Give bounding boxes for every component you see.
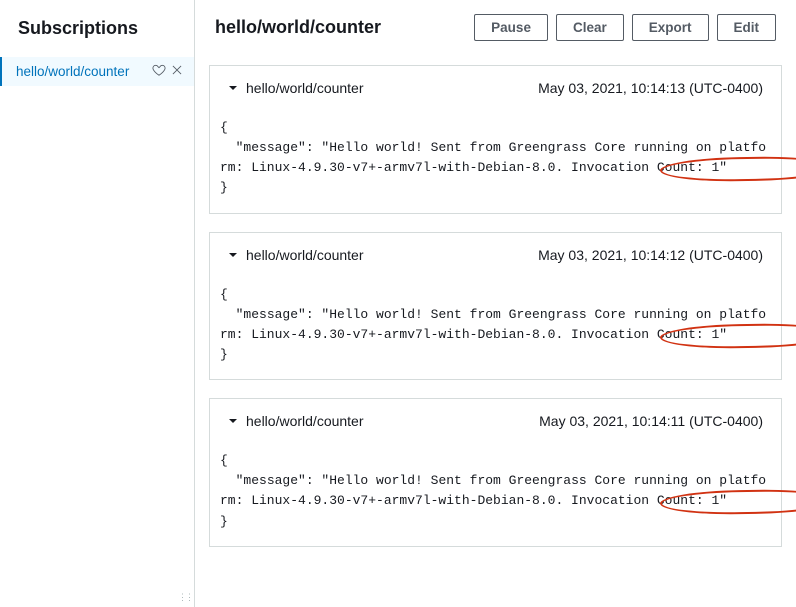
main-panel: hello/world/counter Pause Clear Export E… bbox=[195, 0, 796, 607]
message-list: hello/world/counter May 03, 2021, 10:14:… bbox=[195, 51, 796, 607]
edit-button[interactable]: Edit bbox=[717, 14, 777, 41]
message-topic: hello/world/counter bbox=[246, 413, 364, 429]
close-icon[interactable] bbox=[170, 63, 184, 80]
message-header[interactable]: hello/world/counter May 03, 2021, 10:14:… bbox=[210, 399, 781, 439]
message-body: { "message": "Hello world! Sent from Gre… bbox=[210, 106, 781, 213]
sidebar-title: Subscriptions bbox=[0, 14, 194, 57]
caret-down-icon bbox=[228, 80, 238, 96]
subscription-item[interactable]: hello/world/counter bbox=[0, 57, 194, 86]
message-card: hello/world/counter May 03, 2021, 10:14:… bbox=[209, 232, 782, 381]
message-timestamp: May 03, 2021, 10:14:12 (UTC-0400) bbox=[538, 247, 763, 263]
message-card: hello/world/counter May 03, 2021, 10:14:… bbox=[209, 398, 782, 547]
message-body: { "message": "Hello world! Sent from Gre… bbox=[210, 439, 781, 546]
message-card: hello/world/counter May 03, 2021, 10:14:… bbox=[209, 65, 782, 214]
message-body: { "message": "Hello world! Sent from Gre… bbox=[210, 273, 781, 380]
subscription-label: hello/world/counter bbox=[16, 64, 152, 79]
topic-title: hello/world/counter bbox=[215, 17, 466, 38]
export-button[interactable]: Export bbox=[632, 14, 709, 41]
message-topic: hello/world/counter bbox=[246, 80, 364, 96]
message-timestamp: May 03, 2021, 10:14:11 (UTC-0400) bbox=[539, 413, 763, 429]
subscriptions-sidebar: Subscriptions hello/world/counter ⋮⋮ bbox=[0, 0, 195, 607]
message-topic: hello/world/counter bbox=[246, 247, 364, 263]
pause-button[interactable]: Pause bbox=[474, 14, 548, 41]
toolbar: hello/world/counter Pause Clear Export E… bbox=[195, 0, 796, 51]
caret-down-icon bbox=[228, 247, 238, 263]
clear-button[interactable]: Clear bbox=[556, 14, 624, 41]
heart-icon[interactable] bbox=[152, 63, 166, 80]
caret-down-icon bbox=[228, 413, 238, 429]
message-timestamp: May 03, 2021, 10:14:13 (UTC-0400) bbox=[538, 80, 763, 96]
message-header[interactable]: hello/world/counter May 03, 2021, 10:14:… bbox=[210, 233, 781, 273]
message-header[interactable]: hello/world/counter May 03, 2021, 10:14:… bbox=[210, 66, 781, 106]
resize-handle-icon[interactable]: ⋮⋮ bbox=[178, 592, 192, 603]
